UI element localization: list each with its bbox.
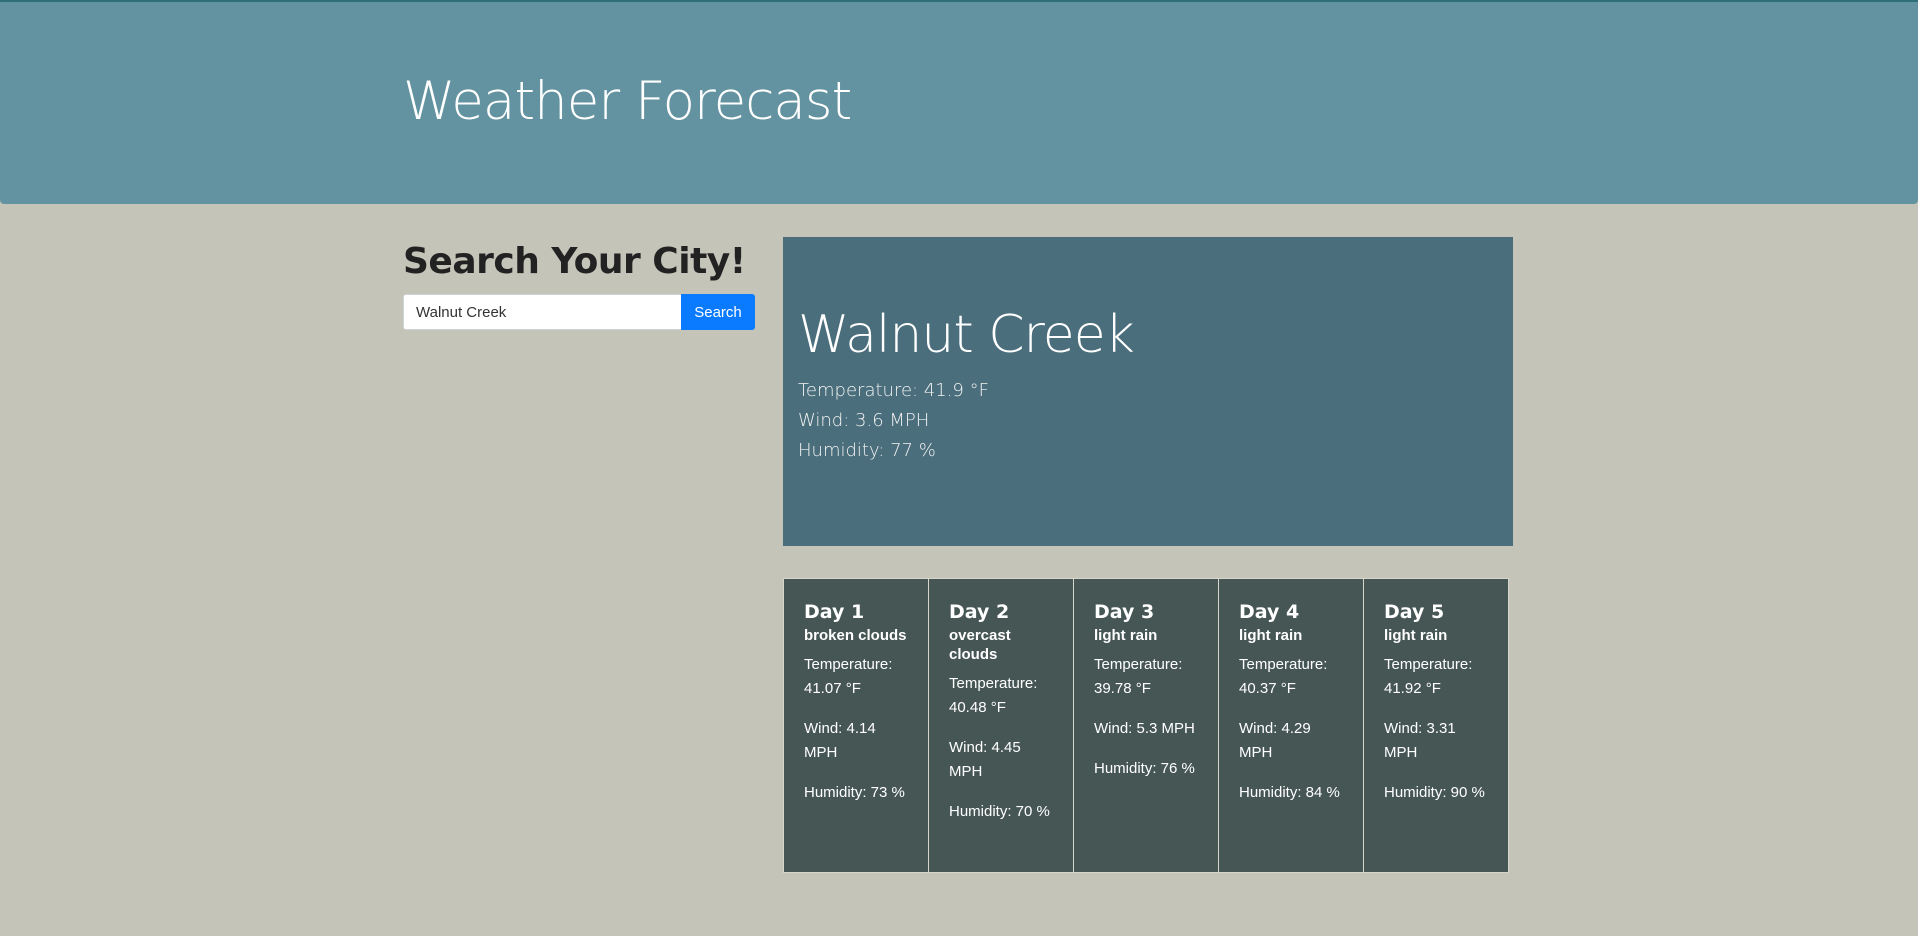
- search-button[interactable]: Search: [681, 294, 755, 330]
- current-city-name: Walnut Creek: [798, 305, 1135, 365]
- forecast-humidity: Humidity: 76 %: [1094, 760, 1195, 777]
- forecast-day-label: Day 4: [1239, 601, 1300, 623]
- forecast-temperature: Temperature: 41.07 °F: [804, 656, 893, 697]
- forecast-description: light rain: [1094, 627, 1158, 644]
- current-weather-panel: Walnut Creek Temperature: 41.9 °F Wind: …: [783, 237, 1513, 546]
- forecast-card-day-4: Day 4 light rain Temperature: 40.37 °F W…: [1218, 578, 1364, 873]
- forecast-day-label: Day 1: [804, 601, 865, 623]
- forecast-temperature: Temperature: 41.92 °F: [1384, 656, 1473, 697]
- forecast-wind: Wind: 4.45 MPH: [949, 739, 1021, 780]
- forecast-card-day-1: Day 1 broken clouds Temperature: 41.07 °…: [783, 578, 929, 873]
- current-temperature: Temperature: 41.9 °F: [798, 380, 989, 401]
- five-day-forecast: Day 1 broken clouds Temperature: 41.07 °…: [783, 578, 1513, 873]
- current-humidity: Humidity: 77 %: [798, 440, 936, 461]
- forecast-wind: Wind: 5.3 MPH: [1094, 720, 1195, 737]
- forecast-description: broken clouds: [804, 627, 907, 644]
- city-search-input[interactable]: [403, 294, 681, 330]
- forecast-description: light rain: [1384, 627, 1448, 644]
- search-heading: Search Your City!: [403, 241, 746, 282]
- forecast-day-label: Day 2: [949, 601, 1010, 623]
- forecast-description: light rain: [1239, 627, 1303, 644]
- forecast-wind: Wind: 4.14 MPH: [804, 720, 876, 761]
- page-header: Weather Forecast: [0, 0, 1918, 204]
- forecast-humidity: Humidity: 73 %: [804, 784, 905, 801]
- forecast-description: overcast clouds: [949, 627, 1011, 663]
- current-wind: Wind: 3.6 MPH: [798, 410, 930, 431]
- forecast-humidity: Humidity: 90 %: [1384, 784, 1485, 801]
- forecast-humidity: Humidity: 84 %: [1239, 784, 1340, 801]
- forecast-card-day-3: Day 3 light rain Temperature: 39.78 °F W…: [1073, 578, 1219, 873]
- forecast-humidity: Humidity: 70 %: [949, 803, 1050, 820]
- forecast-day-label: Day 5: [1384, 601, 1445, 623]
- page-title: Weather Forecast: [403, 71, 852, 132]
- forecast-card-day-5: Day 5 light rain Temperature: 41.92 °F W…: [1363, 578, 1509, 873]
- forecast-card-day-2: Day 2 overcast clouds Temperature: 40.48…: [928, 578, 1074, 873]
- forecast-wind: Wind: 3.31 MPH: [1384, 720, 1456, 761]
- forecast-day-label: Day 3: [1094, 601, 1155, 623]
- forecast-temperature: Temperature: 40.48 °F: [949, 675, 1038, 716]
- forecast-wind: Wind: 4.29 MPH: [1239, 720, 1311, 761]
- forecast-temperature: Temperature: 40.37 °F: [1239, 656, 1328, 697]
- forecast-temperature: Temperature: 39.78 °F: [1094, 656, 1183, 697]
- search-form: Search: [403, 294, 755, 330]
